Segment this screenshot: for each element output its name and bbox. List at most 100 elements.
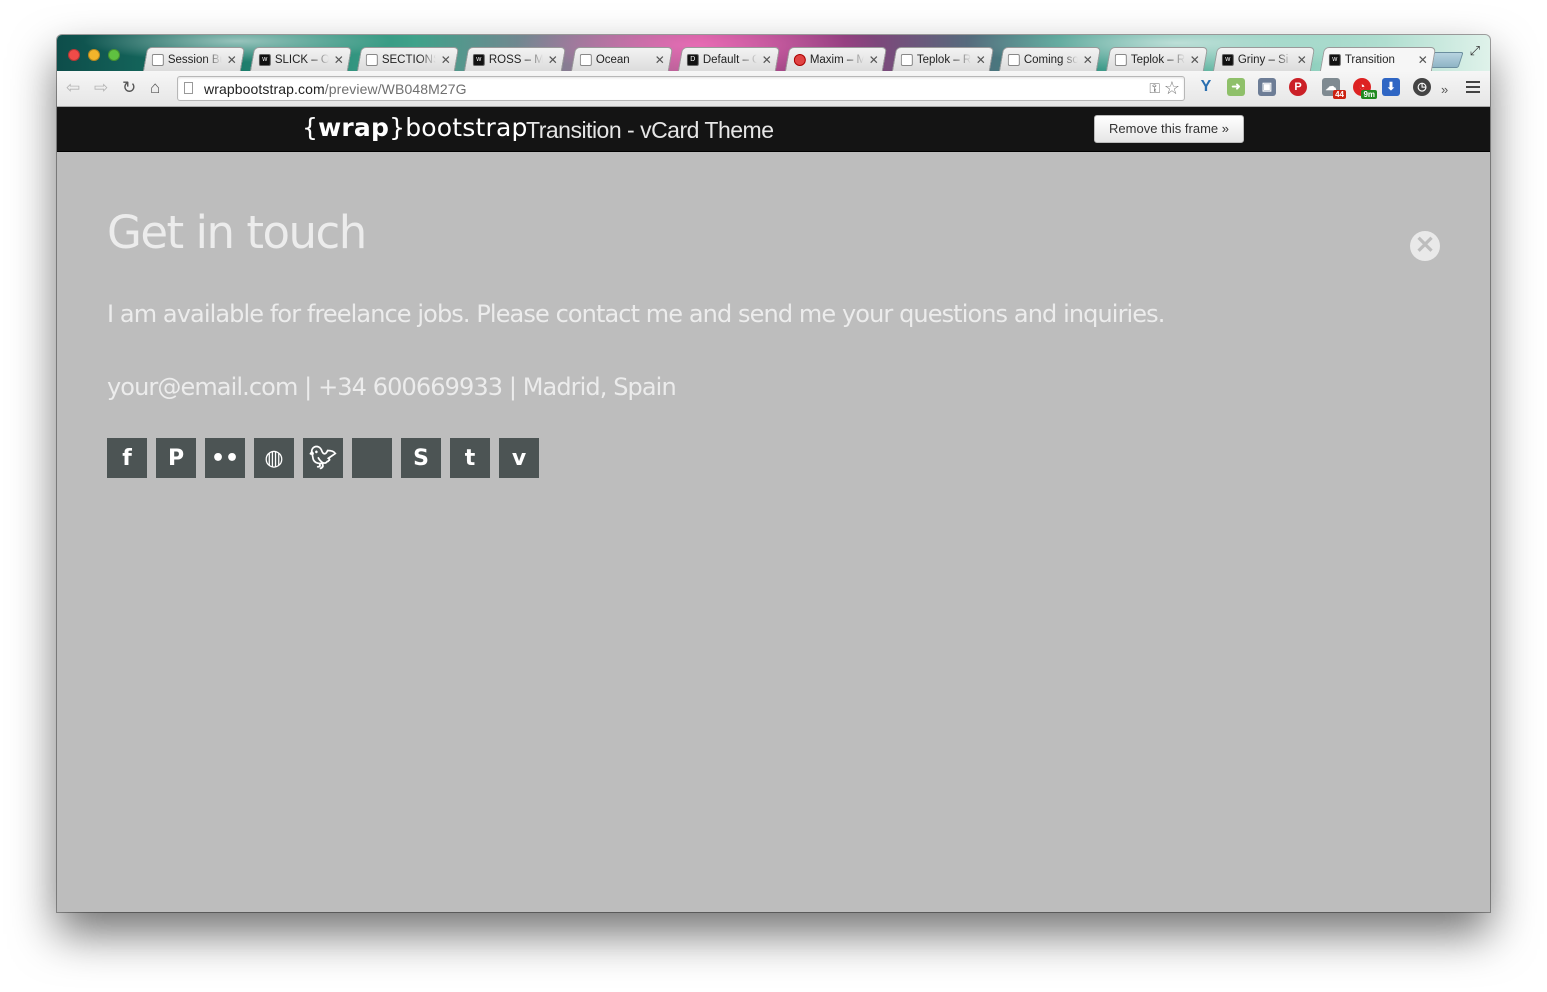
tab-title: Session Bu [167,54,222,66]
tab-close-icon[interactable]: ✕ [1082,53,1094,67]
tab-close-icon[interactable]: ✕ [333,53,345,67]
tab[interactable]: w SLICK – Or ✕ [249,47,353,71]
wrapbootstrap-logo[interactable]: {wrap}bootstrap [302,113,528,142]
tab-close-icon[interactable]: ✕ [654,53,666,67]
tab-close-icon[interactable]: ✕ [1189,53,1201,67]
window-minimize-button[interactable] [88,49,100,61]
lead-text: I am available for freelance jobs. Pleas… [107,300,1165,328]
tab-close-icon[interactable]: ✕ [440,53,452,67]
extension-badge: 44 [1333,90,1346,99]
pinterest-icon[interactable]: P [156,438,196,478]
page-icon [184,82,193,94]
extension-timer-icon[interactable]: ◔ 9m [1353,78,1377,99]
tab-title: Default – C [702,54,757,66]
tab-close-icon[interactable]: ✕ [1417,53,1429,67]
url-domain: wrapbootstrap.com [204,81,325,97]
tab-title: Griny – Si [1237,54,1289,66]
tab-close-icon[interactable]: ✕ [547,53,559,67]
back-button[interactable]: ⇦ [66,79,80,97]
tab-close-icon[interactable]: ✕ [975,53,987,67]
facebook-icon[interactable]: f [107,438,147,478]
close-icon[interactable]: ✕ [1410,231,1440,261]
extension-badge: 9m [1361,90,1377,99]
tab-close-icon[interactable]: ✕ [1296,53,1308,67]
tab-close-icon[interactable]: ✕ [868,53,880,67]
theme-title: Transition - vCard Theme [526,117,774,143]
tab[interactable]: Ocean ✕ [570,47,674,71]
tab[interactable]: Teplok – R ✕ [891,47,995,71]
wrapbootstrap-icon: w [1221,54,1234,66]
tab-title: SECTIONS [381,54,436,66]
reload-button[interactable]: ↻ [122,79,136,97]
logo-bootstrap: bootstrap [405,113,528,142]
browser-toolbar: ⇦ ⇨ ↻ ⌂ wrapbootstrap.com/preview/WB048M… [57,71,1490,107]
dribbble-icon[interactable]: ◍ [254,438,294,478]
wrapbootstrap-icon: w [472,54,485,66]
document-icon [1114,54,1127,66]
url-path: /preview/WB048M27G [324,81,467,97]
pinterest-extension-icon[interactable]: P [1289,78,1307,96]
tab[interactable]: Maxim – M ✕ [784,47,888,71]
tab[interactable]: SECTIONS ✕ [356,47,460,71]
document-icon [1007,54,1020,66]
extension-cloud-icon[interactable]: ☁ 44 [1322,78,1346,99]
tab-strip: Session Bu ✕ w SLICK – Or ✕ SECTIONS ✕ w… [57,35,1490,71]
contact-section: Get in touch ✕ I am available for freela… [57,152,1490,912]
logo-brace: } [389,113,406,142]
social-links: f P •• ◍ 🐦︎ S t v [107,438,539,478]
remove-frame-button[interactable]: Remove this frame » [1094,115,1244,143]
session-icon [151,54,164,66]
chrome-menu-icon[interactable] [1466,81,1480,96]
home-button[interactable]: ⌂ [150,79,160,97]
fullscreen-icon[interactable]: ⤢ [1470,43,1480,59]
tab-title: ROSS – Mu [488,54,543,66]
d-icon: D [686,54,699,66]
browser-window: Session Bu ✕ w SLICK – Or ✕ SECTIONS ✕ w… [57,35,1490,912]
bookmark-star-icon[interactable]: ☆ [1164,78,1180,99]
tab-title: Teplok – R [916,54,971,66]
tab-title: Teplok – R [1130,54,1185,66]
wrapbootstrap-icon: w [1328,54,1341,66]
window-close-button[interactable] [68,49,80,61]
window-zoom-button[interactable] [108,49,120,61]
tab-close-icon[interactable]: ✕ [761,53,773,67]
tab-title: Maxim – M [809,54,864,66]
wrapbootstrap-icon: w [258,54,271,66]
tab-title: SLICK – Or [274,54,329,66]
history-extension-icon[interactable]: ◷ [1413,78,1431,96]
key-icon[interactable]: ⚿ [1149,80,1160,97]
tab-close-icon[interactable]: ✕ [226,53,238,67]
forward-button[interactable]: ⇨ [94,79,108,97]
logo-brace: { [302,113,319,142]
extension-y-icon[interactable]: Y [1197,78,1215,96]
tab[interactable]: Teplok – R ✕ [1105,47,1209,71]
extension-arrow-icon[interactable]: ➜ [1227,78,1245,96]
preview-frame-bar: {wrap}bootstrap Transition - vCard Theme… [57,107,1490,152]
flickr-icon[interactable]: •• [205,438,245,478]
page-title: Get in touch [107,206,367,259]
tab[interactable]: Coming so ✕ [998,47,1102,71]
contact-info: your@email.com | +34 600669933 | Madrid,… [107,373,677,401]
document-icon [365,54,378,66]
extension-window-icon[interactable]: ▣ [1258,78,1276,96]
tab-title: Coming so [1023,54,1078,66]
tab[interactable]: D Default – C ✕ [677,47,781,71]
address-url[interactable]: wrapbootstrap.com/preview/WB048M27G [204,81,467,97]
twitter-icon[interactable]: 🐦︎ [303,438,343,478]
logo-wrap: wrap [318,113,390,142]
tab[interactable]: w Griny – Si ✕ [1212,47,1316,71]
document-icon [579,54,592,66]
tumblr-icon[interactable]: t [450,438,490,478]
stop-icon [793,54,806,66]
tab[interactable]: Session Bu ✕ [142,47,246,71]
tab-active[interactable]: w Transition ✕ [1319,47,1437,71]
extensions-overflow-icon[interactable]: » [1441,81,1448,99]
document-icon [900,54,913,66]
tab-title: Transition [1344,54,1395,66]
apple-icon[interactable] [352,438,392,478]
skype-icon[interactable]: S [401,438,441,478]
vimeo-icon[interactable]: v [499,438,539,478]
download-extension-icon[interactable]: ⬇ [1382,78,1400,96]
address-bar[interactable]: wrapbootstrap.com/preview/WB048M27G ⚿ ☆ [177,76,1185,101]
tab[interactable]: w ROSS – Mu ✕ [463,47,567,71]
